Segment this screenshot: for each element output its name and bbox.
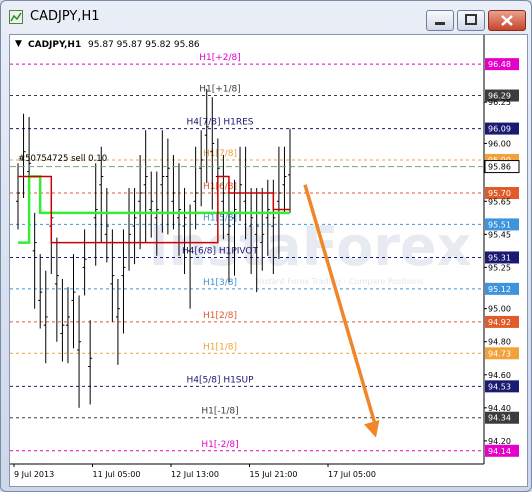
current-price-label: 95.86 [488, 163, 511, 172]
y-tick-label: 96.00 [488, 139, 511, 148]
minimize-icon [435, 22, 445, 25]
x-tick-label: 11 Jul 05:00 [93, 470, 141, 479]
minimize-button[interactable] [426, 10, 454, 31]
level-label: H1[+1/8] [199, 85, 241, 95]
level-label: H1[+2/8] [199, 53, 241, 63]
y-tick-label: 95.00 [488, 305, 511, 314]
level-label: H4[7/8] H1RES [186, 118, 253, 128]
order-line-label: #50754725 sell 0.10 [18, 154, 107, 164]
triangle-down-icon[interactable]: ▼ [15, 39, 22, 49]
level-price-label: 94.92 [488, 318, 511, 327]
y-tick-label: 94.40 [488, 404, 511, 413]
level-price-label: 94.14 [488, 447, 511, 456]
forecast-arrow-head [363, 419, 380, 438]
y-tick-label: 94.80 [488, 338, 511, 347]
chart-window: CADJPY,H1 InstaForex Instant Forex Tradi… [0, 0, 532, 492]
maximize-button[interactable] [457, 10, 485, 31]
level-price-label: 94.73 [488, 349, 511, 358]
level-price-label: 95.12 [488, 285, 511, 294]
x-tick-label: 12 Jul 13:00 [171, 470, 219, 479]
x-tick-label: 15 Jul 21:00 [250, 470, 298, 479]
price-chart[interactable]: InstaForex Instant Forex Trading - Compa… [10, 35, 527, 486]
x-tick-label: 17 Jul 05:00 [328, 470, 376, 479]
chart-ohlc: 95.87 95.87 95.82 95.86 [88, 40, 200, 50]
level-price-label: 96.48 [488, 60, 511, 69]
y-tick-label: 94.60 [488, 371, 511, 380]
level-price-label: 94.53 [488, 382, 511, 391]
level-label: H1[3/8] [203, 278, 237, 288]
level-label: H1[5/8] [203, 213, 237, 223]
level-price-label: 94.34 [488, 414, 511, 423]
level-label: H4[6/8] H1PIVOT [182, 246, 259, 256]
y-tick-label: 96.25 [488, 98, 511, 107]
y-tick-label: 95.25 [488, 263, 511, 272]
chart-area[interactable]: InstaForex Instant Forex Trading - Compa… [9, 34, 528, 487]
level-label: H1[1/8] [203, 342, 237, 352]
y-tick-label: 95.65 [488, 197, 511, 206]
level-price-label: 95.51 [488, 220, 511, 229]
level-label: H1[-2/8] [201, 440, 238, 450]
maximize-icon [465, 14, 477, 25]
level-price-label: 95.31 [488, 253, 511, 262]
close-button[interactable] [488, 10, 526, 31]
level-label: H1[-1/8] [201, 407, 238, 417]
level-price-label: 96.09 [488, 125, 511, 134]
window-title: CADJPY,H1 [30, 9, 100, 24]
chart-app-icon [9, 10, 23, 24]
close-icon [501, 15, 513, 26]
y-tick-label: 95.45 [488, 230, 511, 239]
x-tick-label: 9 Jul 2013 [14, 470, 54, 479]
title-bar[interactable]: CADJPY,H1 [1, 1, 531, 35]
level-label: H1[2/8] [203, 311, 237, 321]
chart-symbol: CADJPY,H1 [28, 40, 81, 50]
y-tick-label: 94.20 [488, 437, 511, 446]
level-label: H1[7/8] [203, 149, 237, 159]
watermark-subtext: Instant Forex Trading - Compare Position… [257, 277, 423, 286]
level-label: H1[6/8] [203, 182, 237, 192]
level-label: H4[5/8] H1SUP [186, 375, 254, 385]
